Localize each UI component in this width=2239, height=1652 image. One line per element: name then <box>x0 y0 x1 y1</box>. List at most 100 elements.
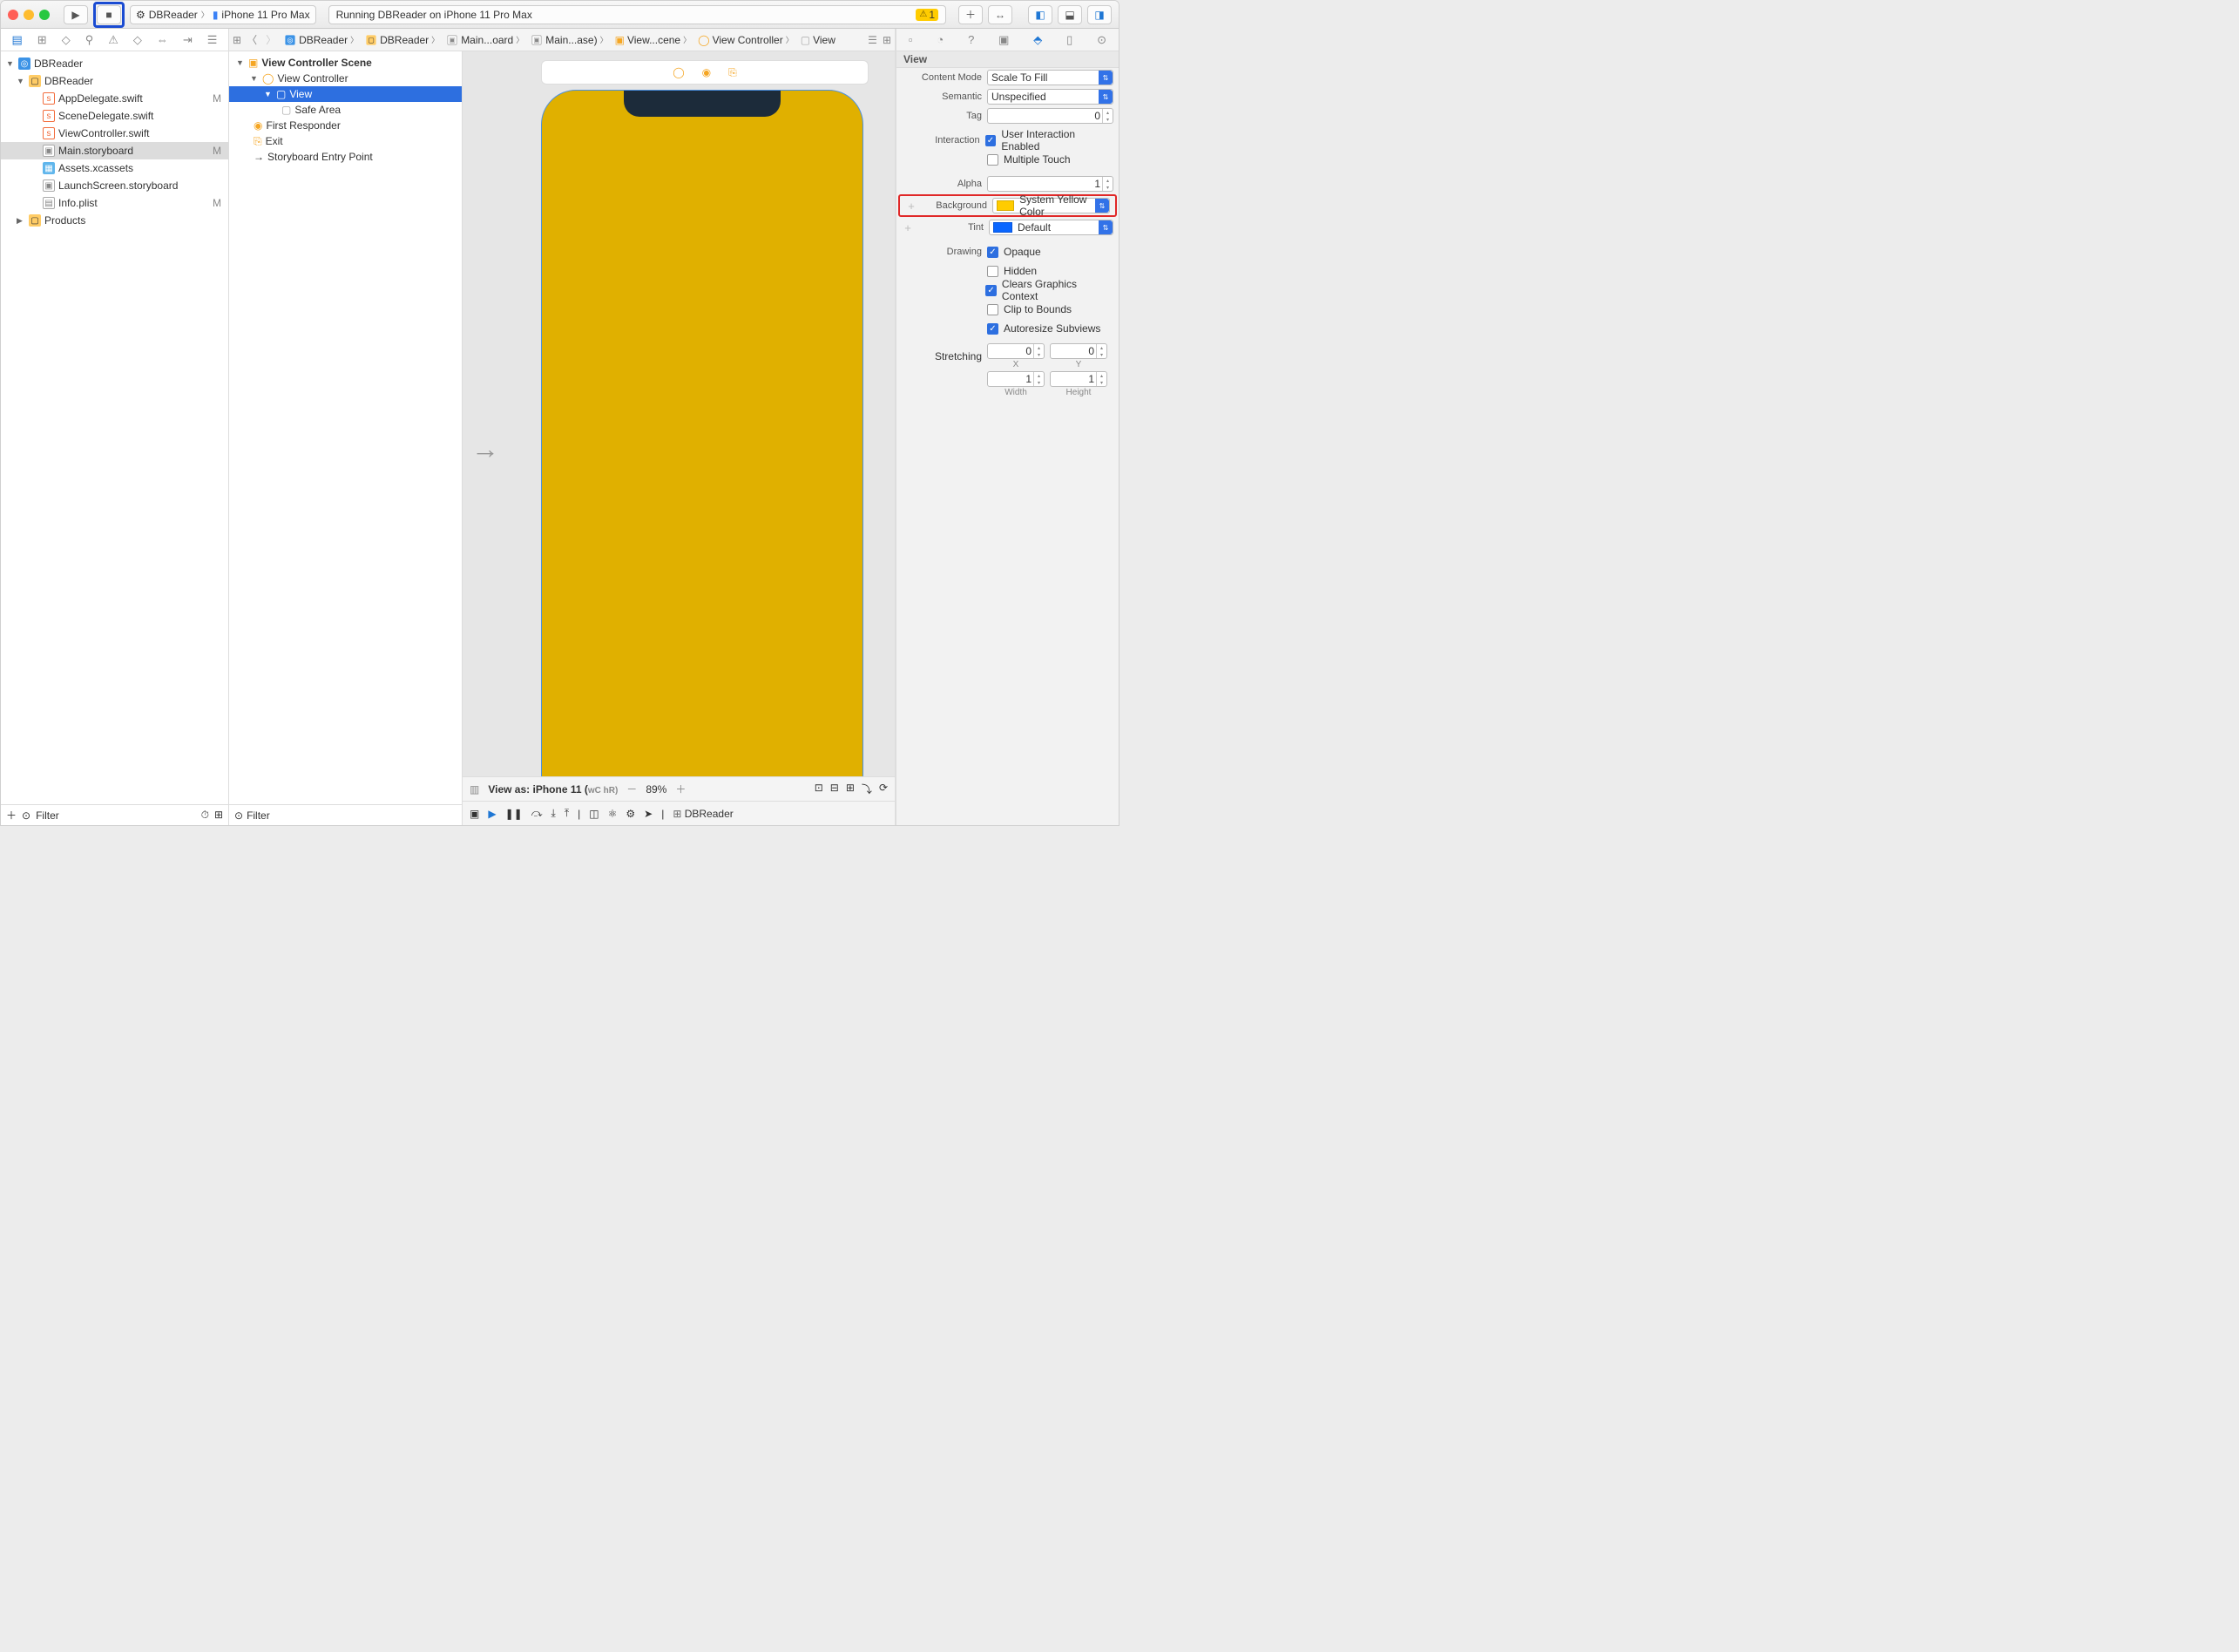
identity-inspector-tab[interactable]: ▣ <box>998 33 1009 47</box>
stretch-h-input[interactable]: 1▴▾ <box>1050 371 1107 387</box>
user-interaction-checkbox[interactable]: ✓ <box>985 135 997 146</box>
first-responder-item[interactable]: ◉First Responder <box>229 118 462 133</box>
jump-scene[interactable]: ▣View...cene〉 <box>612 34 694 46</box>
back-button[interactable]: 〈 <box>243 32 260 47</box>
source-control-tab[interactable]: ⊞ <box>37 33 47 47</box>
connections-inspector-tab[interactable]: ⊙ <box>1097 33 1106 47</box>
clip-bounds-checkbox[interactable] <box>987 304 998 315</box>
environment-button[interactable]: ⚙ <box>626 808 635 820</box>
close-window-button[interactable] <box>8 10 18 20</box>
group-folder[interactable]: ▼▢DBReader <box>1 72 228 90</box>
file-viewcontroller[interactable]: sViewController.swift <box>1 125 228 142</box>
issue-tab[interactable]: ⚠ <box>108 33 118 47</box>
view-controller-item[interactable]: ▼◯View Controller <box>229 71 462 86</box>
background-select[interactable]: System Yellow Color⇅ <box>992 198 1110 213</box>
attributes-inspector-tab[interactable]: ⬘ <box>1033 33 1042 47</box>
review-button[interactable]: ↔ <box>988 5 1012 24</box>
jump-file[interactable]: ▣Main...oard〉 <box>443 34 526 46</box>
jump-base[interactable]: ▣Main...ase)〉 <box>528 34 610 46</box>
debug-tab[interactable]: ⇔ <box>157 33 168 46</box>
view-debug-button[interactable]: ◫ <box>589 808 599 820</box>
memory-graph-button[interactable]: ⚛ <box>608 808 618 820</box>
tag-input[interactable]: 0▴▾ <box>987 108 1113 124</box>
continue-button[interactable]: ▶ <box>488 808 496 820</box>
first-responder-icon[interactable]: ◉ <box>702 66 711 78</box>
jump-vc[interactable]: ◯View Controller〉 <box>695 34 796 46</box>
stretch-x-input[interactable]: 0▴▾ <box>987 343 1045 359</box>
related-items-button[interactable]: ⊞ <box>233 34 241 46</box>
find-tab[interactable]: ⚲ <box>85 33 94 47</box>
zoom-out-button[interactable]: － <box>626 782 637 796</box>
toggle-debug-button[interactable]: ⬓ <box>1058 5 1082 24</box>
embed-button[interactable]: ⤵ <box>862 782 872 796</box>
help-inspector-tab[interactable]: ? <box>968 33 974 46</box>
outline-filter-input[interactable]: Filter <box>247 809 270 822</box>
pause-button[interactable]: ❚❚ <box>505 808 523 820</box>
toggle-inspector-button[interactable]: ◨ <box>1087 5 1112 24</box>
warning-badge[interactable]: ⚠ 1 <box>916 9 938 21</box>
symbol-tab[interactable]: ◇ <box>62 33 71 47</box>
file-assets[interactable]: ▦Assets.xcassets <box>1 159 228 177</box>
alpha-input[interactable]: 1▴▾ <box>987 176 1113 192</box>
jump-group[interactable]: ▢DBReader〉 <box>362 34 442 46</box>
debug-target[interactable]: ⊞ DBReader <box>673 808 733 820</box>
add-file-button[interactable]: ＋ <box>6 808 17 823</box>
breakpoint-tab[interactable]: ⇥ <box>183 33 193 47</box>
hidden-checkbox[interactable] <box>987 266 998 277</box>
resolve-button[interactable]: ⊞ <box>846 782 855 796</box>
add-attr-button[interactable]: + <box>905 200 917 213</box>
align-button[interactable]: ⊡ <box>815 782 823 796</box>
test-tab[interactable]: ◇ <box>133 33 142 47</box>
recent-filter-button[interactable]: ⏱ <box>201 809 209 822</box>
minimize-window-button[interactable] <box>24 10 34 20</box>
run-button[interactable]: ▶ <box>64 5 88 24</box>
opaque-checkbox[interactable]: ✓ <box>987 247 998 258</box>
exit-icon[interactable]: ⎘ <box>728 66 737 79</box>
history-inspector-tab[interactable]: ◔ <box>937 33 944 46</box>
content-mode-select[interactable]: Scale To Fill⇅ <box>987 70 1113 85</box>
view-item[interactable]: ▼▢View <box>229 86 462 102</box>
step-over-button[interactable]: ⤼ <box>531 807 543 820</box>
step-into-button[interactable]: ⤓ <box>551 807 556 820</box>
scheme-selector[interactable]: ⚙︎ DBReader 〉 ▮ iPhone 11 Pro Max <box>130 5 316 24</box>
toggle-navigator-button[interactable]: ◧ <box>1028 5 1052 24</box>
location-button[interactable]: ➤ <box>644 808 653 820</box>
view-as-label[interactable]: View as: iPhone 11 (wC hR) <box>488 783 618 796</box>
scm-filter-button[interactable]: ⊞ <box>214 809 223 822</box>
file-inspector-tab[interactable]: ▫ <box>909 33 913 46</box>
stretch-y-input[interactable]: 0▴▾ <box>1050 343 1107 359</box>
debug-toggle-button[interactable]: ▣ <box>470 808 479 820</box>
update-frames-button[interactable]: ⟳ <box>879 782 888 796</box>
vc-name-icon[interactable]: ◯ <box>673 66 684 78</box>
file-infoplist[interactable]: ▤Info.plistM <box>1 194 228 212</box>
jump-view[interactable]: ▢View <box>798 34 838 46</box>
stop-button[interactable]: ■ <box>97 5 121 24</box>
exit-item[interactable]: ⎘Exit <box>229 133 462 149</box>
autoresize-checkbox[interactable]: ✓ <box>987 323 998 335</box>
canvas-area[interactable]: ◯ ◉ ⎘ → <box>463 51 895 776</box>
zoom-window-button[interactable] <box>39 10 50 20</box>
project-navigator-tab[interactable]: ▤ <box>12 33 23 47</box>
file-launchscreen[interactable]: ▣LaunchScreen.storyboard <box>1 177 228 194</box>
entry-point-item[interactable]: →Storyboard Entry Point <box>229 149 462 165</box>
multiple-touch-checkbox[interactable] <box>987 154 998 166</box>
library-button[interactable]: ＋ <box>958 5 983 24</box>
zoom-in-button[interactable]: ＋ <box>675 782 686 796</box>
file-main-storyboard[interactable]: ▣Main.storyboardM <box>1 142 228 159</box>
project-root[interactable]: ▼◎DBReader <box>1 55 228 72</box>
scene-root[interactable]: ▼▣View Controller Scene <box>229 55 462 71</box>
outline-toggle-button[interactable]: ▥ <box>470 783 479 796</box>
add-editor-button[interactable]: ⊞ <box>883 34 891 46</box>
safe-area-item[interactable]: ▢Safe Area <box>229 102 462 118</box>
tint-select[interactable]: Default⇅ <box>989 220 1113 235</box>
step-out-button[interactable]: ⤒ <box>565 807 569 820</box>
stretch-w-input[interactable]: 1▴▾ <box>987 371 1045 387</box>
device-view[interactable] <box>541 90 863 776</box>
file-appdelegate[interactable]: sAppDelegate.swiftM <box>1 90 228 107</box>
semantic-select[interactable]: Unspecified⇅ <box>987 89 1113 105</box>
clears-context-checkbox[interactable]: ✓ <box>985 285 997 296</box>
products-folder[interactable]: ▶▢Products <box>1 212 228 229</box>
forward-button[interactable]: 〉 <box>262 32 280 47</box>
file-scenedelegate[interactable]: sSceneDelegate.swift <box>1 107 228 125</box>
size-inspector-tab[interactable]: ▯ <box>1066 33 1072 47</box>
